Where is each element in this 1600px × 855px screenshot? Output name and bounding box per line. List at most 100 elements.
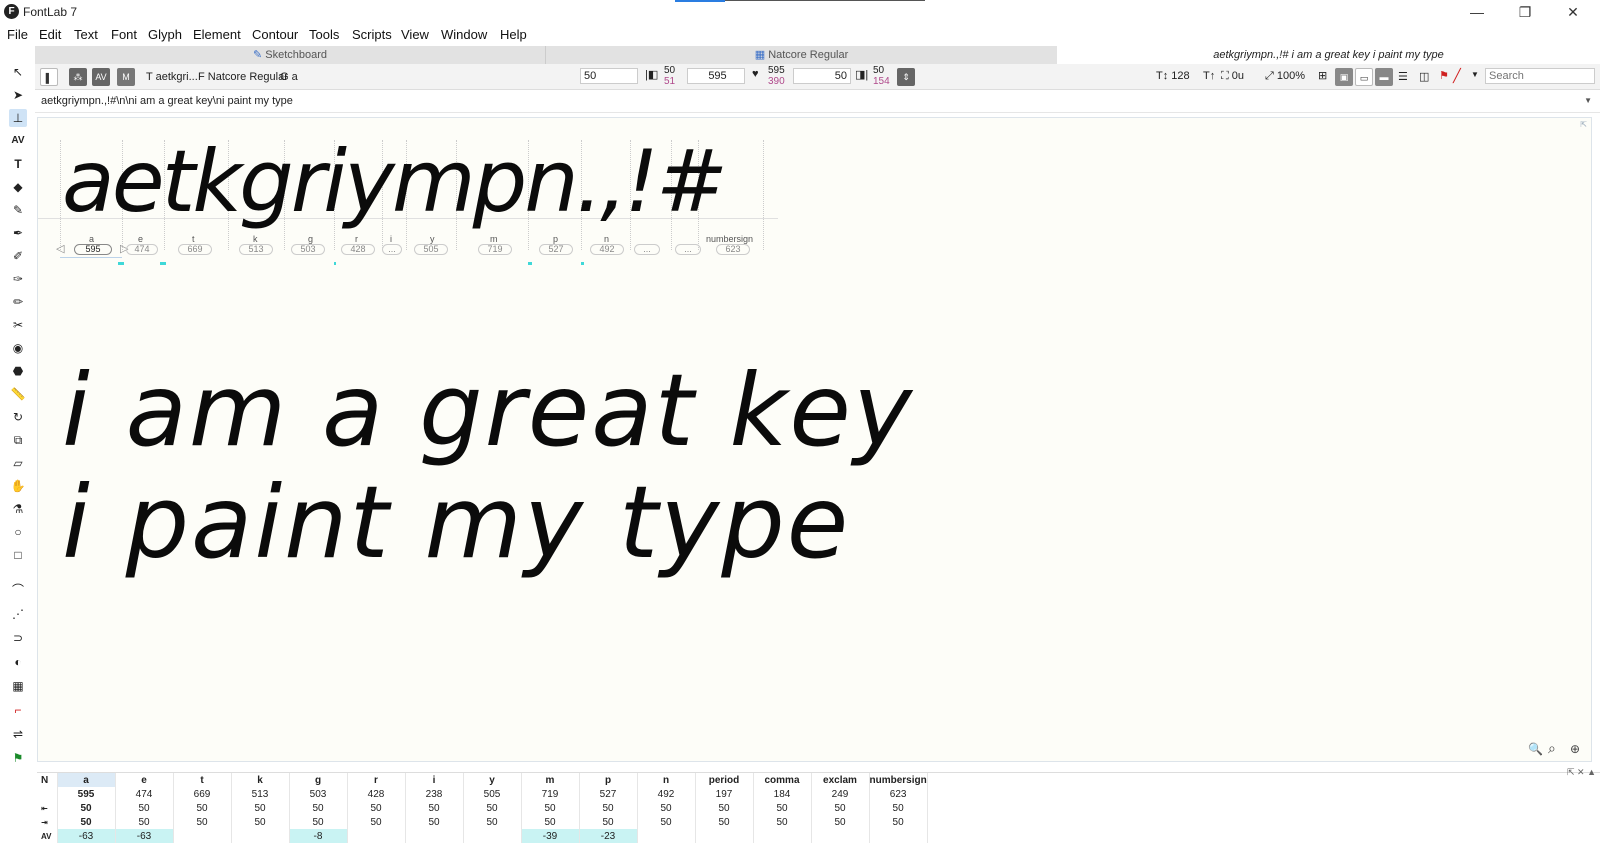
table-cell[interactable]: n xyxy=(637,773,696,787)
table-cell[interactable] xyxy=(173,829,232,843)
kerning-tool-icon[interactable]: AV xyxy=(9,132,27,150)
table-cell[interactable]: 50 xyxy=(521,815,580,829)
grid-tool-icon[interactable]: ▦ xyxy=(9,677,27,695)
table-cell[interactable] xyxy=(405,829,464,843)
element-select-tool-icon[interactable]: ➤ xyxy=(9,86,27,104)
knife-tool-icon[interactable]: ✂ xyxy=(9,316,27,334)
table-cell[interactable]: 50 xyxy=(521,801,580,815)
table-cell[interactable]: 50 xyxy=(115,801,174,815)
table-cell[interactable]: 50 xyxy=(579,815,638,829)
previous-glyph-arrow-icon[interactable]: ◁ xyxy=(56,242,64,255)
table-cell[interactable]: 513 xyxy=(231,787,290,801)
table-cell[interactable]: 50 xyxy=(289,815,348,829)
table-cell[interactable]: 50 xyxy=(811,801,870,815)
table-cell[interactable]: 50 xyxy=(869,801,928,815)
chevron-down-icon[interactable]: ▼ xyxy=(1471,70,1479,79)
table-cell[interactable]: y xyxy=(463,773,522,787)
tab-glyph-window[interactable]: aetkgriympn.,!# i am a great key i paint… xyxy=(1057,46,1600,64)
align-tool-icon[interactable]: ⇌ xyxy=(9,725,27,743)
table-cell[interactable]: 492 xyxy=(637,787,696,801)
menu-help[interactable]: Help xyxy=(500,27,527,42)
table-cell[interactable] xyxy=(463,829,522,843)
table-cell[interactable]: 249 xyxy=(811,787,870,801)
rotate-tool-icon[interactable]: ↻ xyxy=(9,408,27,426)
link-metrics-icon[interactable]: ⇕ xyxy=(897,68,915,86)
table-cell[interactable]: 50 xyxy=(115,815,174,829)
glyph-line-3[interactable]: i paint my type xyxy=(62,464,850,581)
glyph-width-pill[interactable]: 719 xyxy=(478,244,512,255)
view-mode-1-icon[interactable]: ▣ xyxy=(1335,68,1353,86)
zoom-in-icon[interactable]: ⌕ xyxy=(1548,740,1556,757)
table-cell[interactable]: i xyxy=(405,773,464,787)
panel-toggle-icon[interactable]: ▌ xyxy=(40,68,58,86)
glyph-width-pill[interactable]: 595 xyxy=(74,244,112,255)
table-cell[interactable]: 50 xyxy=(231,815,290,829)
color-wheel-icon[interactable]: ◐ xyxy=(9,653,27,671)
flag-icon[interactable]: ⚑ xyxy=(1439,69,1449,82)
search-input[interactable] xyxy=(1485,68,1595,84)
table-cell[interactable] xyxy=(347,829,406,843)
zoom-fit-icon[interactable]: ⊕ xyxy=(1570,742,1580,756)
glyph-width-pill[interactable]: 669 xyxy=(178,244,212,255)
smooth-curve-icon[interactable]: ⌒ xyxy=(9,581,27,599)
table-cell[interactable]: 623 xyxy=(869,787,928,801)
table-cell[interactable]: 428 xyxy=(347,787,406,801)
table-cell[interactable]: p xyxy=(579,773,638,787)
kerning-mode-button[interactable]: AV xyxy=(92,68,110,86)
menu-file[interactable]: File xyxy=(7,27,28,42)
glyph-width-pill[interactable]: ... xyxy=(634,244,660,255)
table-cell[interactable]: 50 xyxy=(57,815,116,829)
glyph-text-input[interactable]: aetkgriympn.,!#\n\ni am a great key\ni p… xyxy=(41,95,293,107)
guide-tool-icon[interactable]: ⌐ xyxy=(9,701,27,719)
table-cell[interactable] xyxy=(695,829,754,843)
table-cell[interactable]: 50 xyxy=(57,801,116,815)
tab-font-window[interactable]: ▦ Natcore Regular xyxy=(545,46,1057,64)
glyph-canvas[interactable]: aetkgriympn.,!# ◁ ▷ a 595 e 474 t 669 k … xyxy=(37,117,1592,762)
table-cell[interactable]: m xyxy=(521,773,580,787)
brush-tool-icon[interactable]: ✎ xyxy=(9,201,27,219)
table-cell[interactable]: -8 xyxy=(289,829,348,843)
table-cell[interactable]: 50 xyxy=(463,815,522,829)
zoom-control[interactable]: ⤢ 100% xyxy=(1265,70,1305,83)
glyph-width-pill[interactable]: 513 xyxy=(239,244,273,255)
glyph-selector[interactable]: G a xyxy=(280,71,298,83)
table-cell[interactable]: k xyxy=(231,773,290,787)
canvas-corner-icon[interactable]: ⇱ xyxy=(1580,120,1587,129)
glyph-width-pill[interactable]: 492 xyxy=(590,244,624,255)
menu-scripts[interactable]: Scripts xyxy=(352,27,392,42)
table-cell[interactable]: period xyxy=(695,773,754,787)
contour-select-tool-icon[interactable]: ↖ xyxy=(9,63,27,81)
glyph-line-2[interactable]: i am a great key xyxy=(62,352,914,469)
table-cell[interactable]: 50 xyxy=(695,815,754,829)
panel-controls-icon[interactable]: ⇱ ✕ ▲ xyxy=(1567,767,1596,778)
pencil-tool-icon[interactable]: ✐ xyxy=(9,247,27,265)
menu-font[interactable]: Font xyxy=(111,27,137,42)
table-cell[interactable]: 50 xyxy=(753,801,812,815)
eraser-tool-icon[interactable]: ◆ xyxy=(9,178,27,196)
text-history-chevron-icon[interactable]: ▼ xyxy=(1584,96,1592,105)
metrics-tool-icon[interactable]: ⊥ xyxy=(9,109,27,127)
slant-tool-icon[interactable]: ▱ xyxy=(9,454,27,472)
table-cell[interactable]: 184 xyxy=(753,787,812,801)
view-mode-3-icon[interactable]: ▬ xyxy=(1375,68,1393,86)
table-cell[interactable]: 50 xyxy=(637,801,696,815)
tunni-tool-icon[interactable]: ⊃ xyxy=(9,629,27,647)
glyph-line-1[interactable]: aetkgriympn.,!# xyxy=(62,132,728,232)
menu-text[interactable]: Text xyxy=(74,27,98,42)
glyph-width-pill[interactable]: ... xyxy=(382,244,402,255)
rsb-input[interactable]: 50 xyxy=(793,68,851,84)
table-cell[interactable] xyxy=(811,829,870,843)
fit-view-icon[interactable]: ⊞ xyxy=(1318,69,1327,82)
text-tool-icon[interactable]: T xyxy=(9,155,27,173)
table-cell[interactable]: exclam xyxy=(811,773,870,787)
table-cell[interactable]: 197 xyxy=(695,787,754,801)
menu-window[interactable]: Window xyxy=(441,27,487,42)
eyedropper-tool-icon[interactable]: ⚗ xyxy=(9,500,27,518)
table-cell[interactable]: 50 xyxy=(173,815,232,829)
panel-icon[interactable]: ◫ xyxy=(1419,70,1429,83)
table-cell[interactable] xyxy=(231,829,290,843)
node-options-icon[interactable]: ⋰ xyxy=(9,605,27,623)
anchor-tool-icon[interactable]: ⚑ xyxy=(9,749,27,767)
font-selector[interactable]: F Natcore Regular xyxy=(198,71,288,83)
menu-element[interactable]: Element xyxy=(193,27,241,42)
